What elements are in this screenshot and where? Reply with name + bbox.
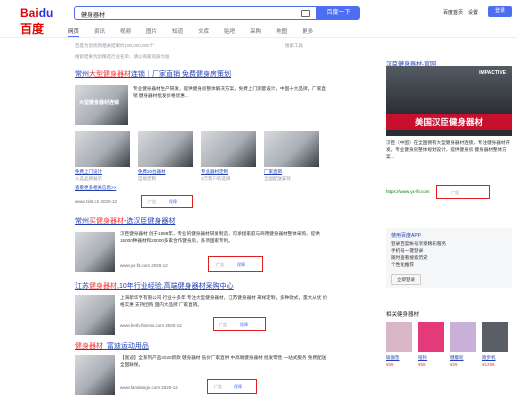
login-promo-card: 使用百度APP 登录百度帐号享受精彩服务 手机号一键登录 随时查看搜索历史 个性… — [386, 228, 512, 288]
result-1-image[interactable]: 大型健身器材连锁 — [75, 85, 128, 125]
result-4-url[interactable]: www.fandesign.com 2020-12 — [120, 385, 178, 390]
result-4-ad-tag[interactable]: 广告 — [214, 384, 222, 390]
result-2-ad-highlight: 广告 保障 — [208, 256, 263, 272]
thumb-1-label[interactable]: 免费上门设计 — [75, 169, 102, 175]
search-tabs: 网页 资讯 视频 图片 知道 文库 贴吧 采购 地图 更多 — [68, 27, 313, 37]
thumb-2-label[interactable]: 免费20台器材 — [138, 169, 166, 175]
result-1-more-link[interactable]: 查看更多相关信息>> — [75, 185, 116, 191]
banner-caption: 美国汉臣健身器材 — [386, 114, 512, 130]
result-4-title[interactable]: 健身器材_富迪运动用品 — [75, 341, 149, 351]
thumb-3-label[interactable]: 专业器材定制 — [201, 169, 228, 175]
result-4-image[interactable] — [75, 355, 115, 395]
promo-line-1: 登录百度帐号享受精彩服务 — [391, 241, 447, 246]
homepage-link[interactable]: 百度首页 — [443, 9, 463, 16]
result-4-desc: 【富迪】全系列产品2020新款 健身器材 低价厂家直供 中高端健身器材 批发零售… — [120, 355, 327, 367]
result-1-thumb-2[interactable] — [138, 131, 193, 167]
tab-zhidao[interactable]: 知道 — [172, 27, 183, 37]
thumb-4-sub: 全国配送安装 — [264, 176, 291, 181]
product-2-name[interactable]: 哑铃 — [418, 355, 427, 361]
result-1-thumb-1[interactable] — [75, 131, 130, 167]
tab-more[interactable]: 更多 — [302, 27, 313, 37]
sidebar-ad-highlight: 广告 — [436, 185, 490, 199]
result-2-ad-tag[interactable]: 广告 — [216, 262, 224, 268]
product-4-image[interactable] — [482, 322, 508, 352]
result-3-title[interactable]: 江苏健身器材,10年行业经验,高端健身器材采购中心 — [75, 281, 234, 291]
result-1-desc: 专业健身器材生产研发，提供健身房整体解决方案，免费上门测量设计，中国十大品牌。厂… — [133, 86, 326, 98]
sidebar-url[interactable]: https://www.yx-fit.com — [386, 189, 430, 194]
product-3-price: ¥29 — [450, 362, 458, 367]
result-2-url[interactable]: www.yx-fit.com 2020-12 — [120, 263, 168, 268]
sidebar-banner[interactable]: IMPACTIVE 美国汉臣健身器材 — [386, 66, 512, 136]
tab-news[interactable]: 资讯 — [94, 27, 105, 37]
search-button[interactable]: 百度一下 — [317, 6, 360, 20]
product-2-price: ¥59 — [418, 362, 426, 367]
product-4-name[interactable]: 跑步机 — [482, 355, 496, 361]
result-1-ad-highlight: 广告 保障 — [141, 195, 193, 208]
logo-paw: du — [38, 6, 54, 20]
promo-line-3: 随时查看搜索历史 — [391, 255, 428, 260]
sidebar-ad-tag[interactable]: 广告 — [451, 190, 459, 196]
result-3-desc: 上海新华亨有限公司 行业十多年 专注大型健身器材，江苏健身器材 来样定制，多种款… — [120, 295, 328, 307]
result-3-ad-highlight: 广告 保障 — [213, 317, 266, 331]
logo-text-bai: Bai — [20, 6, 39, 20]
promo-title[interactable]: 使用百度APP — [391, 232, 421, 239]
result-4-ad-highlight: 广告 保障 — [207, 379, 257, 394]
search-tools[interactable]: 搜索工具 — [285, 43, 303, 49]
settings-link[interactable]: 设置 — [468, 9, 478, 16]
product-1-name[interactable]: 瑜伽垫 — [386, 355, 400, 361]
promo-login-button[interactable]: 立即登录 — [391, 274, 421, 285]
result-4-shield-icon[interactable]: 保障 — [234, 384, 242, 390]
related-title: 相关健身器材 — [386, 312, 420, 318]
product-2-image[interactable] — [418, 322, 444, 352]
promo-line-4: 个性化推荐 — [391, 262, 414, 267]
result-3-url[interactable]: www.herb-fitness.com 2020-12 — [120, 323, 182, 328]
thumb-2-sub: 自助定制 — [138, 176, 156, 181]
product-3-name[interactable]: 健腹轮 — [450, 355, 464, 361]
header-divider — [0, 37, 517, 38]
tab-video[interactable]: 视频 — [120, 27, 131, 37]
result-2-image[interactable] — [75, 232, 115, 272]
product-4-price: ¥1299 — [482, 362, 495, 367]
thumb-3-sub: 3万客户的选择 — [201, 176, 231, 181]
promo-line-2: 手机号一键登录 — [391, 248, 424, 253]
result-3-shield-icon[interactable]: 保障 — [240, 322, 248, 328]
product-1-image[interactable] — [386, 322, 412, 352]
result-1-url[interactable]: www.rxbt.cn 2020-12 — [75, 199, 117, 204]
tab-images[interactable]: 图片 — [146, 27, 157, 37]
tab-wenku[interactable]: 文库 — [198, 27, 209, 37]
result-2-desc: 汉臣健身器材 创于1998年，专业的健身器材研发制造，可承接家庭与商用健身器材整… — [120, 231, 320, 243]
result-1-thumb-4[interactable] — [264, 131, 319, 167]
tab-web[interactable]: 网页 — [68, 27, 80, 37]
tab-map[interactable]: 地图 — [276, 27, 287, 37]
product-1-price: ¥39 — [386, 362, 394, 367]
result-3-ad-tag[interactable]: 广告 — [219, 322, 227, 328]
result-count: 百度为您找到相关结果约100,000,000个 — [75, 43, 155, 48]
search-query: 健身器材 — [81, 13, 106, 19]
tab-tieba[interactable]: 贴吧 — [224, 27, 235, 37]
notice-text: 搜索结果为您精选行业名单，请以商家资质为准 — [75, 54, 170, 59]
camera-icon[interactable] — [301, 10, 310, 17]
thumb-4-label[interactable]: 厂家直销 — [264, 169, 282, 175]
result-2-title[interactable]: 常州买健身器材-选汉臣健身器材 — [75, 216, 175, 226]
result-1-title[interactable]: 常州大型健身器材连锁｜厂家直销 免费健身房策划 — [75, 69, 231, 79]
search-input[interactable]: 健身器材 — [74, 6, 317, 20]
product-3-image[interactable] — [450, 322, 476, 352]
login-button[interactable]: 登录 — [488, 6, 512, 17]
result-1-shield-icon[interactable]: 保障 — [169, 199, 177, 205]
result-1-ad-tag[interactable]: 广告 — [148, 199, 156, 205]
result-3-image[interactable] — [75, 295, 115, 335]
banner-brand: IMPACTIVE — [479, 70, 506, 76]
result-1-thumb-3[interactable] — [201, 131, 256, 167]
sidebar-desc: 汉臣（中国）在全国拥有大型健身器材连锁，专注健身器材开发，专业健身房整体规划设计… — [386, 140, 511, 159]
baidu-logo[interactable]: Baidu 百度 — [20, 6, 54, 36]
logo-text-baidu: 百度 — [20, 22, 45, 36]
thumb-1-sub: 入选品牌展示 — [75, 176, 102, 181]
result-2-shield-icon[interactable]: 保障 — [237, 262, 245, 268]
tab-purchase[interactable]: 采购 — [250, 27, 261, 37]
